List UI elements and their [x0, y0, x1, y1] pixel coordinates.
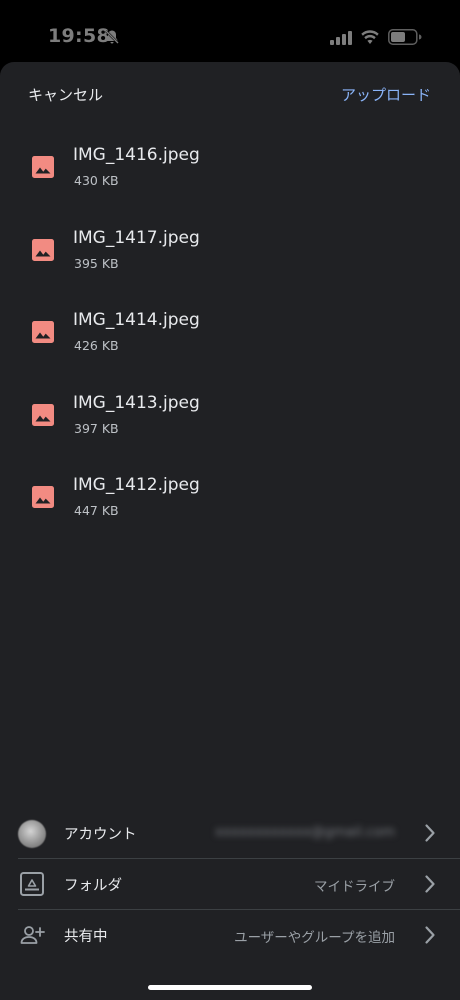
file-item[interactable]: IMG_1413.jpeg 397 KB — [0, 388, 460, 471]
file-size: 430 KB — [74, 173, 119, 188]
image-icon — [32, 156, 54, 178]
image-icon — [32, 321, 54, 343]
file-size: 426 KB — [74, 338, 119, 353]
account-row[interactable]: アカウント xxxxxxxxxxxx@gmail.com — [0, 808, 460, 859]
avatar — [18, 820, 46, 848]
file-name: IMG_1416.jpeg — [73, 145, 200, 165]
bell-slash-icon — [105, 30, 119, 44]
file-item[interactable]: IMG_1417.jpeg 395 KB — [0, 223, 460, 306]
signal-icon — [330, 31, 352, 45]
file-list: IMG_1416.jpeg 430 KB IMG_1417.jpeg 395 K… — [0, 140, 460, 553]
account-email: xxxxxxxxxxxx@gmail.com — [215, 824, 395, 840]
folder-row[interactable]: フォルダ マイドライブ — [0, 859, 460, 910]
file-item[interactable]: IMG_1414.jpeg 426 KB — [0, 305, 460, 388]
chevron-right-icon — [425, 824, 435, 842]
file-name: IMG_1417.jpeg — [73, 227, 200, 248]
folder-value: マイドライブ — [314, 879, 395, 895]
status-bar: 19:58 — [0, 0, 460, 62]
home-indicator — [148, 985, 312, 990]
file-size: 395 KB — [74, 255, 119, 271]
image-icon — [32, 486, 54, 508]
battery-icon — [388, 29, 422, 45]
file-name: IMG_1412.jpeg — [73, 475, 200, 495]
sheet-header: キャンセル アップロード — [0, 62, 460, 126]
image-icon — [32, 403, 54, 426]
wifi-icon — [361, 30, 379, 44]
file-name: IMG_1413.jpeg — [73, 392, 200, 413]
file-size: 447 KB — [74, 503, 119, 518]
chevron-right-icon — [425, 926, 435, 944]
drive-folder-icon — [20, 872, 44, 896]
image-icon — [32, 238, 54, 261]
sharing-row[interactable]: 共有中 ユーザーやグループを追加 — [0, 910, 460, 961]
chevron-right-icon — [425, 875, 435, 893]
file-item[interactable]: IMG_1416.jpeg 430 KB — [0, 140, 460, 223]
add-person-icon — [20, 926, 45, 944]
file-name: IMG_1414.jpeg — [73, 310, 200, 330]
folder-label: フォルダ — [64, 878, 122, 894]
cancel-button[interactable]: キャンセル — [28, 84, 103, 105]
upload-sheet: キャンセル アップロード IMG_1416.jpeg 430 KB IMG_14… — [0, 62, 460, 1000]
account-label: アカウント — [64, 827, 137, 843]
sharing-label: 共有中 — [64, 929, 108, 945]
upload-settings: アカウント xxxxxxxxxxxx@gmail.com フォルダ マイドライブ — [0, 808, 460, 961]
status-time: 19:58 — [48, 25, 110, 47]
sharing-value: ユーザーやグループを追加 — [234, 930, 395, 946]
file-item[interactable]: IMG_1412.jpeg 447 KB — [0, 470, 460, 553]
file-size: 397 KB — [74, 420, 119, 436]
upload-button[interactable]: アップロード — [341, 84, 431, 105]
